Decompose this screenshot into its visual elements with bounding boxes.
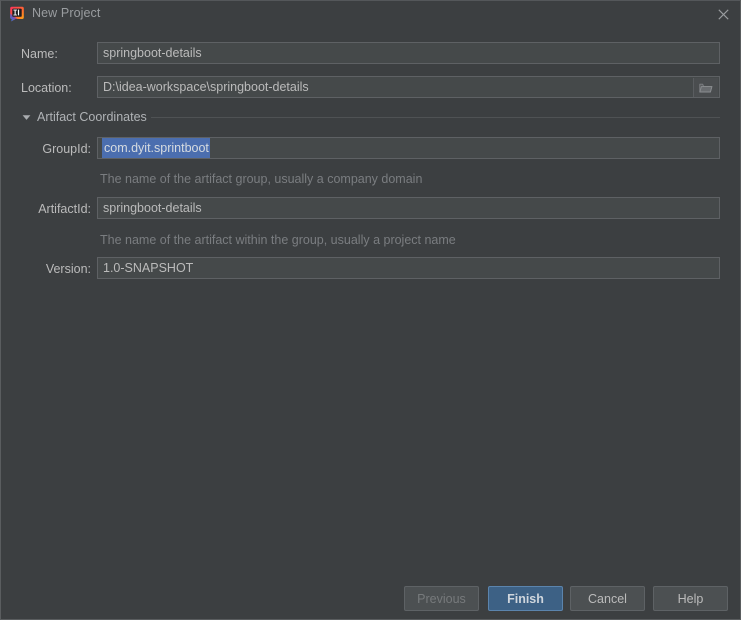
location-input-value: D:\idea-workspace\springboot-details: [103, 80, 309, 94]
close-icon[interactable]: [708, 3, 738, 25]
artifact-id-input[interactable]: springboot-details: [97, 197, 720, 219]
location-label: Location:: [21, 81, 72, 95]
artifact-id-hint: The name of the artifact within the grou…: [100, 233, 456, 247]
dialog-button-bar: Previous Finish Cancel Help: [1, 586, 740, 612]
location-input[interactable]: D:\idea-workspace\springboot-details: [97, 76, 720, 98]
name-input-value: springboot-details: [103, 46, 202, 60]
intellij-idea-icon: [9, 6, 25, 22]
chevron-down-icon: [21, 112, 32, 123]
group-id-input-value: com.dyit.sprintboot: [102, 138, 210, 158]
version-input[interactable]: 1.0-SNAPSHOT: [97, 257, 720, 279]
artifact-id-label: ArtifactId:: [38, 202, 91, 216]
name-input[interactable]: springboot-details: [97, 42, 720, 64]
group-id-hint: The name of the artifact group, usually …: [100, 172, 423, 186]
artifact-coordinates-section-toggle[interactable]: Artifact Coordinates: [21, 109, 147, 125]
name-label: Name:: [21, 47, 58, 61]
artifact-coordinates-title: Artifact Coordinates: [37, 110, 147, 124]
version-input-value: 1.0-SNAPSHOT: [103, 261, 194, 275]
version-label: Version:: [45, 262, 91, 276]
dialog-title: New Project: [32, 6, 101, 20]
help-button[interactable]: Help: [653, 586, 728, 611]
dialog-title-bar: New Project: [1, 1, 740, 27]
finish-button[interactable]: Finish: [488, 586, 563, 611]
cancel-button[interactable]: Cancel: [570, 586, 645, 611]
group-id-input[interactable]: com.dyit.sprintboot: [97, 137, 720, 159]
previous-button[interactable]: Previous: [404, 586, 479, 611]
group-id-label: GroupId:: [42, 142, 91, 156]
artifact-id-input-value: springboot-details: [103, 201, 202, 215]
folder-icon[interactable]: [693, 78, 718, 97]
new-project-dialog: New Project Name: springboot-details Loc…: [0, 0, 741, 620]
section-separator: [151, 117, 720, 118]
